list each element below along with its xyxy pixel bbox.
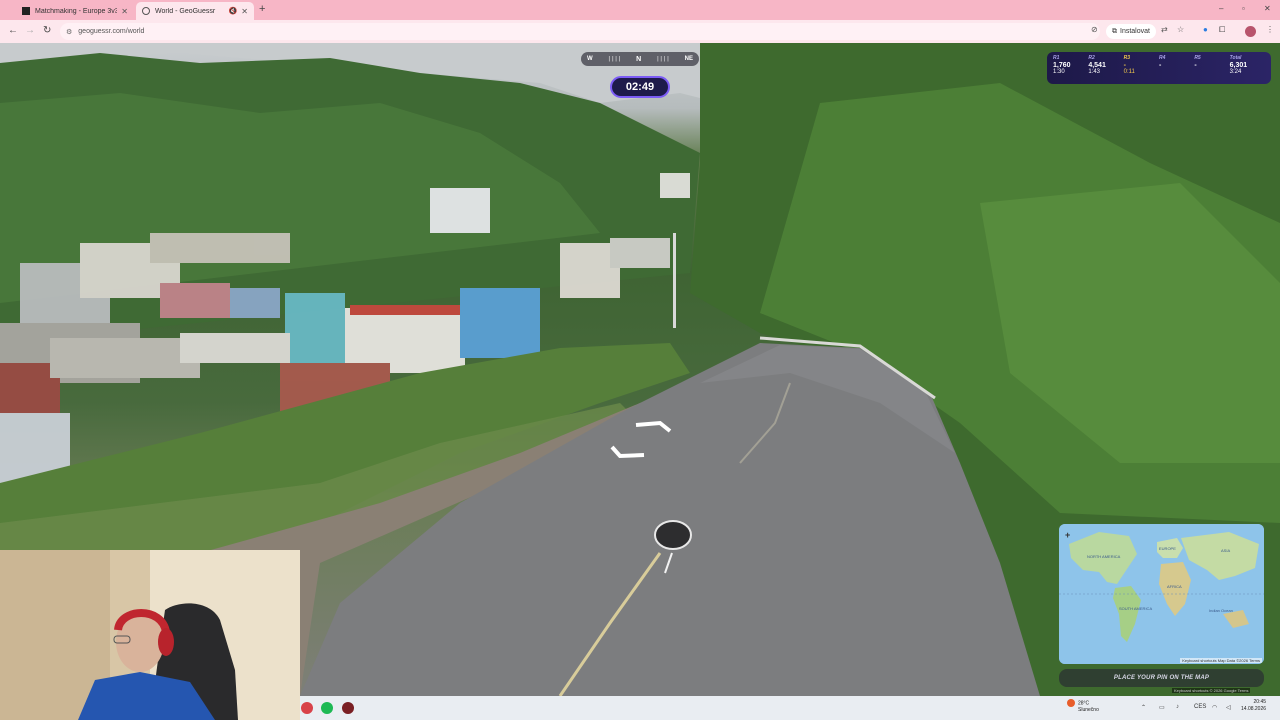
google-attribution[interactable]: Keyboard shortcuts © 2026 Google Terms — [1172, 688, 1251, 693]
round-score: 6,301 — [1229, 62, 1248, 69]
clock-date: 14.08.2026 — [1241, 706, 1267, 712]
place-pin-button[interactable]: PLACE YOUR PIN ON THE MAP — [1059, 669, 1264, 687]
weather-temp: 28°C — [1078, 700, 1090, 707]
address-bar[interactable]: ⚙ geoguessr.com/world — [60, 23, 1100, 40]
browser-toolbar: ← → ↻ ⚙ geoguessr.com/world — [0, 20, 1280, 43]
streamer-image — [0, 550, 300, 720]
spotify-icon[interactable] — [321, 702, 333, 714]
sun-icon — [1067, 699, 1075, 707]
compass-northeast: NE — [684, 56, 693, 62]
scoreboard: R1 1,760 1:30 R2 4,541 1:43 R3 - 0:11 R4… — [1047, 52, 1271, 84]
round-score: - — [1123, 62, 1126, 69]
forward-icon[interactable]: → — [25, 25, 35, 36]
weather-widget[interactable]: 28°C Slunečno — [1067, 699, 1099, 714]
round-4: R4 - — [1159, 55, 1194, 81]
map-label: SOUTH AMERICA — [1119, 606, 1153, 611]
weather-desc: Slunečno — [1078, 707, 1099, 714]
clock-time: 20:45 — [1253, 699, 1267, 705]
minimize-button[interactable]: – — [1219, 4, 1223, 13]
round-5: R5 - — [1194, 55, 1229, 81]
globe-icon — [142, 7, 150, 15]
guess-map[interactable]: + NORTH AMERICA SOUTH AMERICA EUROPE AFR… — [1059, 524, 1264, 664]
network-icon[interactable]: ▭ — [1159, 704, 1165, 711]
back-icon[interactable]: ← — [8, 25, 18, 36]
system-clock[interactable]: 20:45 14.08.2026 — [1241, 699, 1266, 713]
volume-icon[interactable]: ◁ — [1226, 704, 1231, 711]
map-label: ASIA — [1221, 548, 1231, 553]
round-time: 0:11 — [1123, 69, 1135, 75]
map-label: Indian Ocean — [1209, 608, 1233, 613]
new-tab-button[interactable]: + — [259, 3, 265, 15]
compass[interactable]: W | | | | N | | | | NE — [581, 52, 699, 66]
compass-north: N — [636, 55, 642, 63]
tab-bar: Matchmaking - Europe 3v3 Co ✕ World - Ge… — [0, 0, 1280, 20]
round-score: - — [1158, 62, 1162, 69]
tab-title: World - GeoGuessr — [155, 7, 216, 15]
close-tab-icon[interactable]: ✕ — [241, 7, 248, 16]
url-text: geoguessr.com/world — [78, 28, 145, 35]
taskbar — [300, 696, 1280, 720]
world-map-image — [1059, 524, 1264, 664]
webcam-overlay — [0, 550, 300, 720]
round-score: 1,760 — [1053, 62, 1071, 69]
round-3: R3 - 0:11 — [1124, 55, 1159, 81]
close-window-button[interactable]: ✕ — [1264, 4, 1271, 13]
round-label: R1 — [1053, 55, 1060, 61]
map-label: AFRICA — [1167, 584, 1182, 589]
round-label: R3 — [1123, 55, 1131, 61]
site-info-icon[interactable]: ⚙ — [66, 28, 72, 36]
tab-matchmaking[interactable]: Matchmaking - Europe 3v3 Co ✕ — [16, 2, 134, 20]
install-button[interactable]: ⧉ Instalovat — [1106, 24, 1156, 39]
compass-west: W — [587, 56, 593, 62]
menu-icon[interactable]: ⋮ — [1266, 25, 1274, 34]
maximize-button[interactable]: ▫ — [1242, 4, 1245, 13]
round-label: R5 — [1194, 55, 1201, 61]
tab-title: Matchmaking - Europe 3v3 Co — [35, 7, 118, 15]
round-2: R2 4,541 1:43 — [1088, 55, 1123, 81]
round-score: 4,541 — [1088, 62, 1106, 69]
map-label: NORTH AMERICA — [1087, 554, 1121, 559]
reload-icon[interactable]: ↻ — [43, 25, 51, 36]
compass-tick-icon: | | | | — [657, 56, 669, 62]
round-time: 1:43 — [1088, 69, 1101, 75]
tab-geoguessr[interactable]: World - GeoGuessr 🔇 ✕ — [136, 2, 254, 20]
round-score: - — [1194, 62, 1197, 69]
close-tab-icon[interactable]: ✕ — [121, 7, 128, 16]
language-indicator[interactable]: CES — [1194, 704, 1206, 710]
round-label: Total — [1229, 55, 1242, 61]
round-label: R4 — [1158, 55, 1166, 61]
round-total: Total 6,301 3:24 — [1230, 55, 1265, 81]
mute-icon[interactable]: 🔇 — [229, 7, 238, 15]
install-label: Instalovat — [1120, 28, 1150, 35]
compass-tick-icon: | | | | — [608, 56, 621, 62]
round-time: 3:24 — [1229, 69, 1242, 75]
translate-icon[interactable]: ⇄ — [1161, 25, 1168, 34]
extensions-puzzle-icon[interactable]: ⧠ — [1219, 25, 1225, 35]
camera-off-icon[interactable]: ⊘ — [1091, 25, 1098, 34]
round-label: R2 — [1088, 55, 1095, 61]
bookmark-star-icon[interactable]: ☆ — [1177, 25, 1184, 34]
app-icon[interactable] — [301, 702, 313, 714]
microphone-icon[interactable]: ♪ — [1176, 704, 1179, 710]
favicon-icon — [22, 7, 30, 15]
extension-icon[interactable]: ● — [1203, 25, 1208, 34]
install-icon: ⧉ — [1112, 27, 1117, 35]
chevron-up-icon[interactable]: ⌃ — [1141, 704, 1146, 711]
profile-avatar[interactable] — [1245, 26, 1256, 37]
round-1: R1 1,760 1:30 — [1053, 55, 1088, 81]
round-timer: 02:49 — [610, 76, 670, 98]
map-attribution[interactable]: Keyboard shortcuts Map Data ©2026 Terms — [1180, 658, 1262, 663]
wifi-icon[interactable]: ◠ — [1212, 704, 1217, 711]
zoom-in-button[interactable]: + — [1065, 530, 1070, 540]
map-label: EUROPE — [1159, 546, 1176, 551]
round-time: 1:30 — [1053, 69, 1065, 75]
app-shield-icon[interactable] — [342, 702, 354, 714]
